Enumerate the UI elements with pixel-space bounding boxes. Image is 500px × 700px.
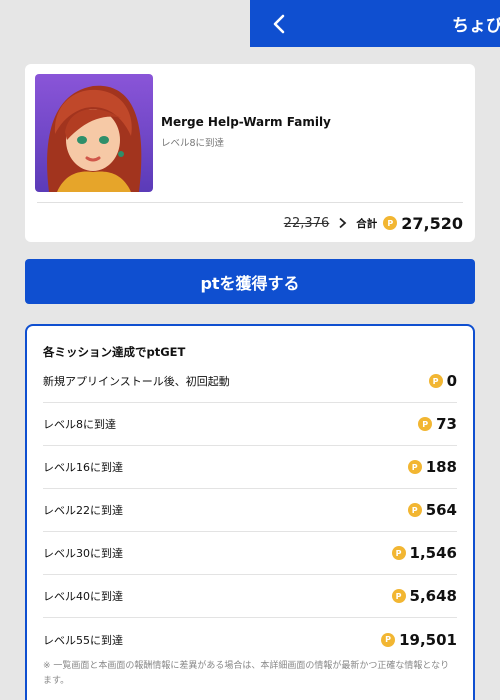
app-card: Merge Help-Warm Family レベル8に到達 22,376 合計… [25, 64, 475, 242]
mission-label: レベル8に到達 [43, 418, 116, 431]
divider [37, 202, 463, 203]
footnote: ※ 一覧画面と本画面の報酬情報に差異がある場合は、本詳細画面の情報が最新かつ正確… [43, 661, 450, 686]
mission-points: 564 [425, 501, 457, 519]
app-icon[interactable] [35, 74, 153, 192]
coin-icon: P [407, 503, 422, 517]
mission-label: レベル40に到達 [43, 590, 123, 603]
mission-label: レベル30に到達 [43, 547, 123, 560]
page-title: ちょび [452, 16, 500, 36]
mission-points: 188 [425, 458, 457, 476]
chevron-right-icon [339, 217, 347, 229]
mission-row: レベル40に到達 P 5,648 [43, 575, 457, 618]
coin-icon: P [391, 546, 406, 560]
mission-points: 1,546 [409, 544, 457, 562]
coin-icon: P [381, 632, 396, 647]
coin-icon: P [383, 216, 398, 230]
mission-row: レベル55に到達 P 19,501 [43, 618, 457, 661]
coin-icon: P [418, 417, 433, 431]
header-bar: ちょび [250, 0, 500, 47]
mission-points: 0 [446, 372, 457, 390]
app-subtitle: レベル8に到達 [161, 138, 225, 149]
coin-icon: P [391, 589, 406, 603]
mission-panel: 各ミッション達成でptGET 新規アプリインストール後、初回起動 P0 レベル8… [25, 324, 475, 700]
mission-title: 各ミッション達成でptGET [43, 345, 186, 359]
get-points-button[interactable]: ptを獲得する [25, 259, 475, 304]
mission-row: レベル16に到達 P 188 [43, 446, 457, 489]
mission-points: 19,501 [399, 630, 457, 649]
mission-row: レベル22に到達 P 564 [43, 489, 457, 532]
coin-icon: P [407, 460, 422, 474]
mission-label: レベル55に到達 [43, 633, 123, 647]
total-points: 27,520 [401, 213, 463, 233]
mission-label: レベル22に到達 [43, 504, 123, 517]
coin-icon: P [428, 374, 443, 388]
app-name: Merge Help-Warm Family [161, 115, 331, 129]
mission-points: 73 [436, 415, 457, 433]
mission-label: レベル16に到達 [43, 461, 123, 474]
total-label: 合計 [356, 217, 378, 230]
points-summary: 22,376 合計 P 27,520 [284, 211, 463, 235]
mission-row: 新規アプリインストール後、初回起動 P0 [43, 360, 457, 403]
mission-points: 5,648 [409, 587, 457, 605]
mission-label: 新規アプリインストール後、初回起動 [43, 375, 230, 388]
mission-row: レベル30に到達 P 1,546 [43, 532, 457, 575]
back-arrow-icon[interactable] [268, 12, 292, 36]
mission-row: レベル8に到達 P 73 [43, 403, 457, 446]
old-points: 22,376 [283, 215, 330, 231]
